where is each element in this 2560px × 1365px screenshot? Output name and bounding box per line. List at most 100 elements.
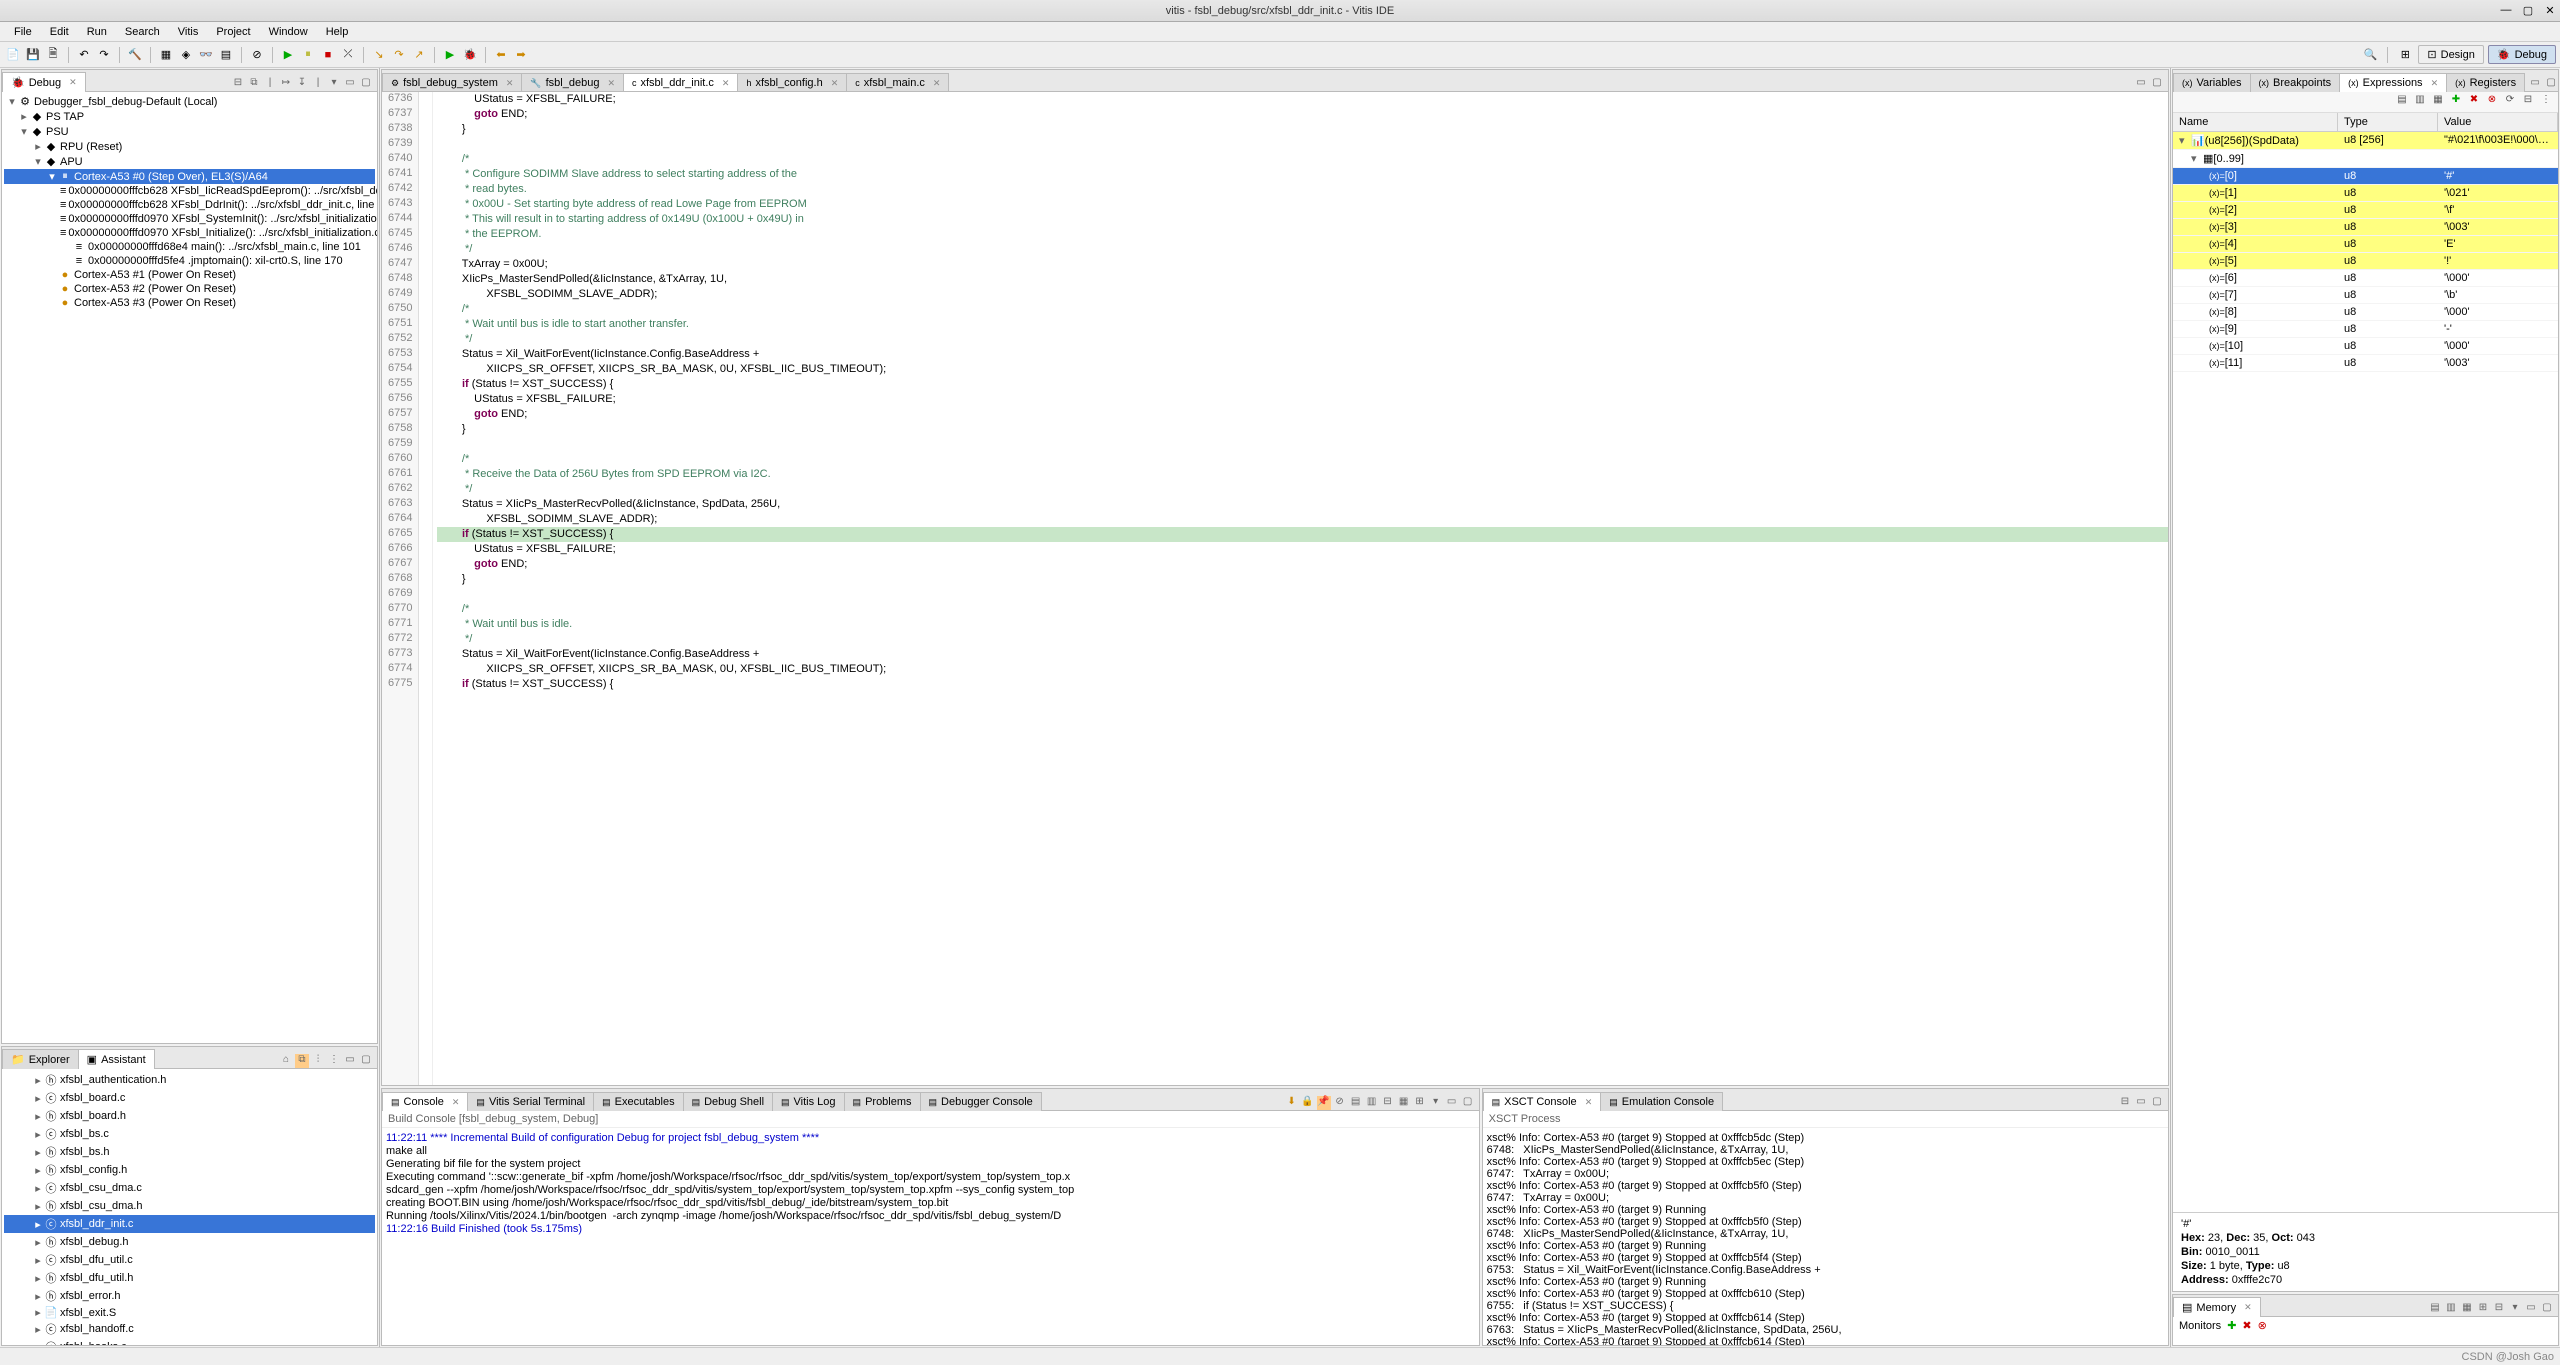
step-into-icon[interactable]: ↘ bbox=[370, 46, 388, 64]
minimize-icon[interactable]: ▭ bbox=[343, 1054, 357, 1068]
stack-frame[interactable]: ≡0x00000000fffd5fe4 .jmptomain(): xil-cr… bbox=[4, 254, 375, 268]
hw-icon[interactable]: ▦ bbox=[157, 46, 175, 64]
table-row[interactable]: ▾▦ [0..99] bbox=[2173, 150, 2558, 168]
table-row[interactable]: (x)= [1]u8'\021' bbox=[2173, 185, 2558, 202]
debug-tree[interactable]: ▾⚙Debugger_fsbl_debug-Default (Local) ▸◆… bbox=[2, 92, 377, 1043]
step-over-icon[interactable]: ↷ bbox=[390, 46, 408, 64]
menu-help[interactable]: Help bbox=[318, 24, 357, 40]
menu-edit[interactable]: Edit bbox=[42, 24, 77, 40]
tab-memory[interactable]: ▤ Memory✕ bbox=[2173, 1297, 2261, 1317]
tool-icon[interactable]: ▥ bbox=[2412, 94, 2428, 110]
table-row[interactable]: (x)= [11]u8'\003' bbox=[2173, 355, 2558, 372]
link-icon[interactable]: ⧉ bbox=[295, 1054, 309, 1068]
terminate-icon[interactable]: ■ bbox=[319, 46, 337, 64]
scope-icon[interactable]: 👓 bbox=[197, 46, 215, 64]
minimize-icon[interactable]: ▭ bbox=[343, 77, 357, 91]
maximize-icon[interactable]: ▢ bbox=[2150, 77, 2164, 91]
close-button[interactable]: ✕ bbox=[2544, 4, 2556, 17]
file-row[interactable]: ▸ⓗxfsbl_error.h bbox=[4, 1287, 375, 1305]
menu-search[interactable]: Search bbox=[117, 24, 168, 40]
save-all-icon[interactable]: 🗎 bbox=[44, 46, 62, 64]
stack-frame[interactable]: ≡0x00000000fffd68e4 main(): ../src/xfsbl… bbox=[4, 240, 375, 254]
maximize-icon[interactable]: ▢ bbox=[2540, 1302, 2554, 1316]
cons-icon[interactable]: ▤ bbox=[1349, 1096, 1363, 1110]
menu-icon[interactable]: ▾ bbox=[327, 77, 341, 91]
lock-icon[interactable]: 🔒 bbox=[1301, 1096, 1315, 1110]
suspend-icon[interactable]: ⏸ bbox=[299, 46, 317, 64]
add-icon[interactable]: ✚ bbox=[2227, 1319, 2236, 1332]
save-icon[interactable]: 💾 bbox=[24, 46, 42, 64]
resume-icon[interactable]: ▶ bbox=[279, 46, 297, 64]
file-row[interactable]: ▸ⓒxfsbl_hooks.c bbox=[4, 1338, 375, 1345]
code-editor[interactable]: 6736673767386739674067416742674367446745… bbox=[382, 92, 2168, 1085]
tab-problems[interactable]: ▤ Problems bbox=[844, 1092, 921, 1111]
editor-tab[interactable]: h xfsbl_config.h✕ bbox=[737, 73, 847, 92]
file-row[interactable]: ▸ⓗxfsbl_board.h bbox=[4, 1107, 375, 1125]
collapse-icon[interactable]: ⊟ bbox=[2520, 94, 2536, 110]
search-icon[interactable]: 🔍 bbox=[2361, 46, 2379, 64]
tree-row[interactable]: ▾⚙Debugger_fsbl_debug-Default (Local) bbox=[4, 94, 375, 109]
tab-console[interactable]: ▤ Console✕ bbox=[382, 1092, 468, 1111]
cons-icon[interactable]: ▥ bbox=[1365, 1096, 1379, 1110]
remove-icon[interactable]: ✖ bbox=[2466, 94, 2482, 110]
step-icon[interactable]: ↧ bbox=[295, 77, 309, 91]
mem-icon[interactable]: ▤ bbox=[217, 46, 235, 64]
design-perspective[interactable]: ⊡ Design bbox=[2418, 45, 2483, 64]
minimize-icon[interactable]: ▭ bbox=[2134, 77, 2148, 91]
menu-project[interactable]: Project bbox=[208, 24, 258, 40]
file-row[interactable]: ▸ⓗxfsbl_csu_dma.h bbox=[4, 1197, 375, 1215]
file-row[interactable]: ▸ⓒxfsbl_dfu_util.c bbox=[4, 1251, 375, 1269]
tool-icon[interactable]: ▾ bbox=[2508, 1302, 2522, 1316]
table-row[interactable]: (x)= [3]u8'\003' bbox=[2173, 219, 2558, 236]
minimize-icon[interactable]: ▭ bbox=[2524, 1302, 2538, 1316]
link-icon[interactable]: ⧉ bbox=[247, 77, 261, 91]
stack-frame[interactable]: ≡0x00000000fffcb628 XFsbl_DdrInit(): ../… bbox=[4, 198, 375, 212]
maximize-icon[interactable]: ▢ bbox=[2150, 1096, 2164, 1110]
tab-vitis-log[interactable]: ▤ Vitis Log bbox=[772, 1092, 845, 1111]
tab-executables[interactable]: ▤ Executables bbox=[593, 1092, 683, 1111]
close-icon[interactable]: ✕ bbox=[722, 78, 730, 89]
tab-breakpoints[interactable]: (x) Breakpoints bbox=[2250, 73, 2341, 92]
core-row[interactable]: ●Cortex-A53 #1 (Power On Reset) bbox=[4, 268, 375, 282]
debug-perspective[interactable]: 🐞 Debug bbox=[2488, 45, 2556, 64]
maximize-icon[interactable]: ▢ bbox=[1461, 1096, 1475, 1110]
add-icon[interactable]: ✚ bbox=[2448, 94, 2464, 110]
tool-icon[interactable]: ⊞ bbox=[2476, 1302, 2490, 1316]
minimize-button[interactable]: — bbox=[2500, 4, 2512, 17]
tab-debugger-console[interactable]: ▤ Debugger Console bbox=[920, 1092, 1042, 1111]
minimize-icon[interactable]: ▭ bbox=[2528, 77, 2542, 91]
file-row[interactable]: ▸📄xfsbl_exit.S bbox=[4, 1305, 375, 1320]
project-tree[interactable]: ▸ⓗxfsbl_authentication.h▸ⓒxfsbl_board.c▸… bbox=[2, 1069, 377, 1345]
table-row[interactable]: (x)= [8]u8'\000' bbox=[2173, 304, 2558, 321]
home-icon[interactable]: ⌂ bbox=[279, 1054, 293, 1068]
stack-frame[interactable]: ≡0x00000000fffcb628 XFsbl_IicReadSpdEepr… bbox=[4, 184, 375, 198]
table-row[interactable]: (x)= [4]u8'E' bbox=[2173, 236, 2558, 253]
tab-assistant[interactable]: ▣ Assistant bbox=[78, 1049, 155, 1069]
close-icon[interactable]: ✕ bbox=[506, 78, 514, 89]
minimize-icon[interactable]: ▭ bbox=[1445, 1096, 1459, 1110]
tab-expressions[interactable]: (x) Expressions✕ bbox=[2339, 73, 2447, 92]
table-row[interactable]: (x)= [0]u8'#' bbox=[2173, 168, 2558, 185]
maximize-icon[interactable]: ▢ bbox=[359, 1054, 373, 1068]
close-icon[interactable]: ✕ bbox=[831, 78, 839, 89]
editor-tab[interactable]: c xfsbl_main.c✕ bbox=[846, 73, 949, 92]
tool-icon[interactable]: ⊟ bbox=[2118, 1096, 2132, 1110]
cons-icon[interactable]: ⊟ bbox=[1381, 1096, 1395, 1110]
tab-xsct-console[interactable]: ▤ XSCT Console✕ bbox=[1483, 1092, 1602, 1111]
editor-tab[interactable]: ⚙ fsbl_debug_system✕ bbox=[382, 73, 522, 92]
file-row[interactable]: ▸ⓗxfsbl_authentication.h bbox=[4, 1071, 375, 1089]
tree-row[interactable]: ▾◆APU bbox=[4, 154, 375, 169]
run-icon[interactable]: ▶ bbox=[441, 46, 459, 64]
disconnect-icon[interactable]: ⤫ bbox=[339, 46, 357, 64]
maximize-button[interactable]: ▢ bbox=[2522, 4, 2534, 17]
minimize-icon[interactable]: ▭ bbox=[2134, 1096, 2148, 1110]
core-row[interactable]: ●Cortex-A53 #3 (Power On Reset) bbox=[4, 296, 375, 310]
table-row[interactable]: (x)= [7]u8'\b' bbox=[2173, 287, 2558, 304]
clear-icon[interactable]: ⊘ bbox=[1333, 1096, 1347, 1110]
filter-icon[interactable]: ⫶ bbox=[311, 1054, 325, 1068]
col-value[interactable]: Value bbox=[2438, 113, 2558, 131]
table-row[interactable]: (x)= [2]u8'\f' bbox=[2173, 202, 2558, 219]
expressions-table[interactable]: Name Type Value ▾📊 (u8[256])(SpdData) u8… bbox=[2173, 113, 2558, 1212]
menu-icon[interactable]: ⋮ bbox=[327, 1054, 341, 1068]
menu-run[interactable]: Run bbox=[79, 24, 115, 40]
